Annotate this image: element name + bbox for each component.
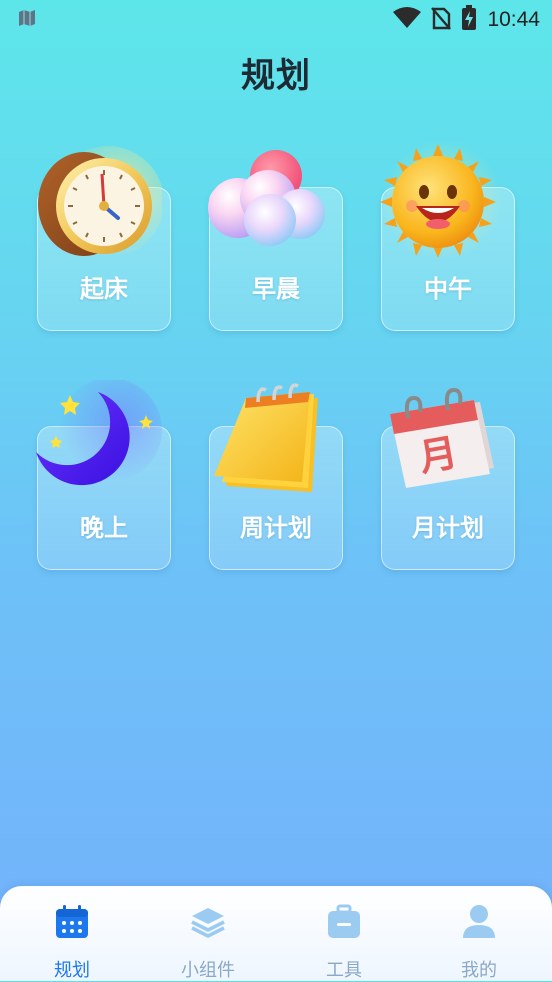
sun-icon: [376, 140, 502, 268]
tab-label: 小组件: [181, 960, 235, 981]
tab-widgets[interactable]: 小组件: [158, 902, 258, 981]
alarm-clock-icon: [36, 140, 164, 262]
card-label: 周计划: [240, 514, 312, 542]
tab-label: 规划: [54, 960, 90, 981]
tab-tools[interactable]: 工具: [294, 902, 394, 981]
tab-label: 我的: [461, 960, 497, 981]
calendar-icon-text: 月: [416, 430, 461, 480]
bottom-tab-bar: 规划 小组件 工具 我的: [0, 886, 552, 981]
battery-charging-icon: [461, 5, 477, 35]
calendar-icon: 月: [378, 384, 502, 502]
card-label: 月计划: [412, 514, 484, 542]
tab-planning[interactable]: 规划: [22, 902, 122, 981]
card-label: 晚上: [80, 514, 128, 542]
calendar-grid-icon: [54, 904, 90, 944]
user-icon: [461, 904, 497, 944]
no-sim-icon: [431, 6, 452, 34]
status-bar: 10:44: [0, 0, 552, 38]
layers-icon: [190, 904, 226, 944]
toolbox-icon: [326, 904, 362, 944]
card-label: 早晨: [252, 275, 300, 303]
tab-mine[interactable]: 我的: [429, 902, 529, 981]
status-time: 10:44: [487, 8, 540, 31]
tab-label: 工具: [326, 960, 362, 981]
sim-card-icon: [18, 9, 36, 31]
moon-icon: [34, 378, 166, 496]
card-label: 中午: [424, 275, 472, 303]
notepad-icon: [210, 380, 330, 506]
card-label: 起床: [80, 275, 128, 303]
cloud-icon: [206, 146, 330, 254]
wifi-icon: [393, 7, 422, 33]
page-title: 规划: [241, 56, 311, 96]
